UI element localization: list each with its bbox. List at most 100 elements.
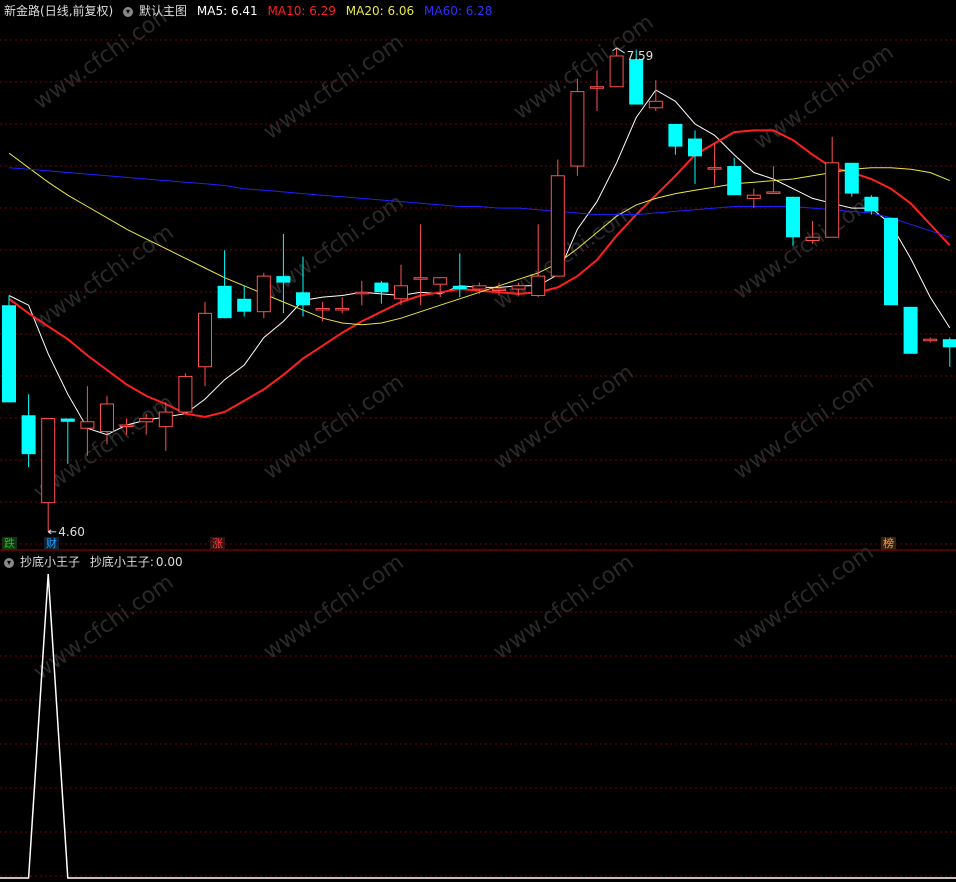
candle [707, 143, 722, 186]
settings-circle-icon[interactable]: ▾ [4, 557, 14, 568]
candle [374, 280, 389, 304]
candlestick-series [2, 47, 956, 532]
candle [237, 285, 252, 317]
indicator-value-label: 抄底小王子: [89, 555, 154, 569]
candle-body [335, 307, 350, 311]
watermark-text: www.cfchi.com [259, 370, 408, 485]
candle-body [746, 194, 761, 199]
candle-body [609, 55, 624, 88]
candle-body [433, 277, 448, 285]
candle-body [276, 276, 291, 283]
candle [570, 78, 585, 176]
candle-body [648, 100, 663, 109]
low-price-label: 4.60 [58, 525, 85, 539]
candle-body [413, 277, 428, 280]
candle-body [844, 162, 859, 194]
candle-body [452, 285, 467, 290]
ma60-line [8, 167, 950, 238]
ma10-line [8, 129, 951, 418]
indicator-value: 0.00 [155, 555, 183, 569]
candle-body [354, 291, 369, 295]
ma60-legend: MA60: 6.28 [424, 4, 493, 18]
indicator-header: ▾ 抄底小王子 抄底小王子: 0.00 [4, 553, 189, 570]
candle [727, 157, 742, 196]
main-chart-label[interactable]: 默认主图 [139, 4, 187, 18]
candle-body [570, 91, 585, 167]
event-tag-fall[interactable]: 跌 [2, 537, 17, 550]
candle-body [256, 275, 271, 313]
candle-body [217, 285, 232, 319]
candle-body [825, 162, 840, 238]
candle [923, 337, 938, 343]
candle-body [2, 305, 16, 403]
candle-body [472, 285, 487, 290]
grid-lines [0, 39, 956, 877]
candle-body [374, 282, 389, 293]
indicator-title[interactable]: 抄底小王子 [20, 555, 80, 569]
candle-body [688, 138, 702, 157]
candle-body [550, 175, 565, 277]
candle-body [923, 338, 938, 342]
period-label: (日线,前复权) [40, 4, 114, 18]
candle-body [237, 298, 252, 312]
watermark-text: www.cfchi.com [489, 550, 638, 665]
candle [21, 394, 36, 468]
candle [668, 123, 683, 155]
high-price-label: 7.59 [627, 49, 654, 63]
watermark-text: www.cfchi.com [259, 30, 408, 145]
candle [825, 136, 840, 238]
candle-body [41, 418, 56, 504]
candle [550, 159, 565, 277]
candle-body [942, 339, 956, 348]
candle [178, 373, 193, 413]
candle [746, 188, 761, 209]
candle-body [119, 424, 134, 427]
candle-body [511, 285, 526, 290]
ma5-legend: MA5: 6.41 [196, 4, 258, 18]
price-annotations: 7.59 4.60 [47, 47, 654, 539]
candle-body [668, 123, 683, 147]
event-tag-list[interactable]: 榜 [881, 537, 896, 550]
candle [354, 280, 369, 306]
candle-body [786, 196, 800, 238]
candle-body [629, 59, 644, 105]
watermark-text: www.cfchi.com [729, 540, 878, 655]
candle-body [903, 306, 918, 354]
candle-body [60, 418, 75, 422]
ma10-legend: MA10: 6.29 [267, 4, 336, 18]
candle [2, 295, 16, 403]
candle-body [21, 415, 36, 455]
candle [335, 297, 350, 314]
candle-body [884, 217, 898, 306]
candle [590, 70, 604, 112]
candle-body [805, 236, 820, 241]
candle-body [531, 275, 546, 297]
candle [884, 217, 898, 306]
candle-body [100, 403, 114, 432]
candle-body [158, 411, 173, 428]
candle [198, 301, 212, 387]
ma5-line [8, 89, 951, 436]
candle-body [590, 86, 604, 89]
event-tag-finance[interactable]: 财 [44, 537, 59, 550]
main-chart-header: 新金路(日线,前复权) ▾ 默认主图 MA5: 6.41 MA10: 6.29 M… [4, 2, 498, 19]
watermark-text: www.cfchi.com [259, 550, 408, 665]
candle [315, 301, 330, 322]
candle-body [80, 421, 95, 429]
candle-body [864, 196, 879, 212]
candle-body [394, 285, 408, 300]
event-tag-rise[interactable]: 涨 [210, 537, 225, 550]
watermark-layer: www.cfchi.com www.cfchi.com www.cfchi.com w… [29, 0, 898, 685]
candle-body [139, 418, 154, 423]
candle [844, 162, 859, 197]
stock-name: 新金路 [4, 4, 41, 18]
candle-body [766, 191, 781, 194]
watermark-text: www.cfchi.com [29, 220, 178, 335]
candle-body [492, 288, 506, 292]
candle [942, 337, 956, 367]
settings-circle-icon[interactable]: ▾ [123, 6, 134, 17]
candle [394, 264, 408, 306]
candle-body [178, 375, 193, 413]
watermark-text: www.cfchi.com [489, 360, 638, 475]
candle [903, 306, 918, 354]
